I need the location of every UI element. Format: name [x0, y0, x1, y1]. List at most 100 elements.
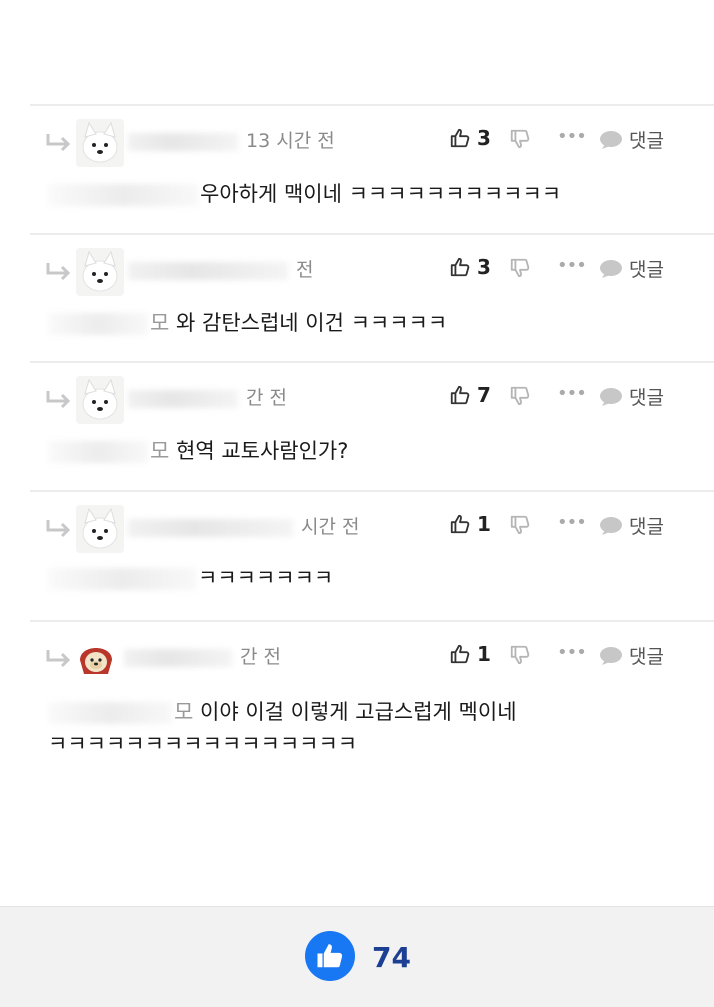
dislike-button[interactable] — [509, 385, 531, 411]
reply-button[interactable]: 댓글 — [599, 255, 664, 282]
speech-bubble-icon — [600, 387, 622, 406]
footer-like-bar: 74 — [0, 906, 714, 1007]
comment-meta: 전 — [128, 255, 313, 282]
speech-bubble-icon — [600, 646, 622, 665]
comment-text: 우아하게 맥이네 ㅋㅋㅋㅋㅋㅋㅋㅋㅋㅋㅋ — [48, 178, 561, 210]
red-hood-dog-avatar-icon — [76, 638, 116, 678]
like-count: 7 — [477, 383, 491, 407]
comment-text-line2: ㅋㅋㅋㅋㅋㅋㅋㅋㅋㅋㅋㅋㅋㅋㅋㅋ — [48, 732, 358, 756]
thumbs-up-icon — [450, 257, 470, 277]
reply-label: 댓글 — [629, 516, 664, 538]
comment-meta: 13 시간 전 — [128, 126, 335, 153]
comment-actions: 1 ••• 댓글 — [449, 642, 694, 672]
avatar[interactable] — [76, 248, 124, 296]
speech-bubble-icon — [600, 259, 622, 278]
reply-arrow-icon — [46, 134, 71, 152]
like-button[interactable]: 3 — [449, 255, 491, 279]
comment-item: 간 전 7 ••• 댓글 모 현역 교토사람인가? — [0, 363, 714, 491]
like-button[interactable]: 1 — [449, 642, 491, 666]
reply-arrow-icon — [46, 263, 71, 281]
white-dog-avatar-icon — [76, 119, 124, 167]
comment-meta: 간 전 — [124, 642, 281, 669]
avatar[interactable] — [76, 119, 124, 167]
white-dog-avatar-icon — [76, 376, 124, 424]
thumbs-up-icon — [450, 644, 470, 664]
blurred-username — [128, 389, 238, 408]
white-dog-avatar-icon — [76, 505, 124, 553]
blurred-mention — [48, 568, 196, 590]
comment-timestamp: 간 전 — [240, 646, 281, 668]
dislike-button[interactable] — [509, 257, 531, 283]
thumbs-up-icon — [450, 128, 470, 148]
blurred-mention — [48, 441, 148, 463]
dislike-button[interactable] — [509, 644, 531, 670]
total-like-count: 74 — [372, 941, 411, 974]
dislike-button[interactable] — [509, 514, 531, 540]
more-options-icon[interactable]: ••• — [557, 126, 587, 147]
reply-arrow-icon — [46, 520, 71, 538]
like-button[interactable]: 1 — [449, 512, 491, 536]
reply-button[interactable]: 댓글 — [599, 512, 664, 539]
thumbs-down-icon — [510, 645, 530, 665]
reply-label: 댓글 — [629, 387, 664, 409]
blurred-username — [128, 518, 293, 537]
comment-meta: 시간 전 — [128, 512, 359, 539]
blurred-mention — [48, 313, 148, 335]
avatar[interactable] — [76, 376, 124, 424]
speech-bubble-icon — [600, 516, 622, 535]
comment-actions: 7 ••• 댓글 — [449, 383, 694, 413]
like-count: 3 — [477, 255, 491, 279]
blurred-username — [124, 648, 232, 667]
mention-suffix: 모 — [174, 700, 194, 724]
reply-label: 댓글 — [629, 130, 664, 152]
comment-text: 모 현역 교토사람인가? — [48, 435, 348, 467]
like-count: 1 — [477, 512, 491, 536]
like-count: 3 — [477, 126, 491, 150]
comment-timestamp: 전 — [296, 259, 314, 281]
comment-timestamp: 간 전 — [246, 387, 287, 409]
comment-item: 13 시간 전 3 ••• 댓글 우아하게 맥이네 ㅋㅋㅋㅋㅋㅋㅋㅋㅋㅋㅋ — [0, 106, 714, 234]
reply-arrow-icon — [46, 391, 71, 409]
comment-item: 전 3 ••• 댓글 모 와 감탄스럽네 이건 ㅋㅋㅋㅋㅋ — [0, 235, 714, 363]
like-post-button[interactable] — [305, 931, 355, 981]
avatar[interactable] — [76, 638, 116, 678]
reply-arrow-icon — [46, 650, 71, 668]
comment-body: 현역 교토사람인가? — [176, 439, 349, 463]
blurred-username — [128, 132, 238, 151]
dislike-button[interactable] — [509, 128, 531, 154]
more-options-icon[interactable]: ••• — [557, 512, 587, 533]
mention-suffix: 모 — [150, 311, 170, 335]
comment-item: 간 전 1 ••• 댓글 모 이야 이걸 이렇게 고급스럽게 멕이네 ㅋㅋㅋㅋㅋ… — [0, 622, 714, 772]
more-options-icon[interactable]: ••• — [557, 383, 587, 404]
thumbs-down-icon — [510, 386, 530, 406]
comment-timestamp: 시간 전 — [301, 516, 360, 538]
thumbs-down-icon — [510, 258, 530, 278]
comment-text: 모 이야 이걸 이렇게 고급스럽게 멕이네 — [48, 696, 517, 728]
reply-label: 댓글 — [629, 646, 664, 668]
avatar[interactable] — [76, 505, 124, 553]
blurred-mention — [48, 184, 198, 206]
comment-actions: 3 ••• 댓글 — [449, 126, 694, 156]
reply-button[interactable]: 댓글 — [599, 383, 664, 410]
comment-body: 와 감탄스럽네 이건 ㅋㅋㅋㅋㅋ — [176, 311, 448, 335]
like-count: 1 — [477, 642, 491, 666]
more-options-icon[interactable]: ••• — [557, 642, 587, 663]
thumbs-up-icon — [317, 944, 343, 968]
reply-label: 댓글 — [629, 259, 664, 281]
blurred-mention — [48, 702, 172, 724]
more-options-icon[interactable]: ••• — [557, 255, 587, 276]
thumbs-up-icon — [450, 385, 470, 405]
comment-text: ㅋㅋㅋㅋㅋㅋㅋ — [48, 562, 333, 594]
comment-actions: 3 ••• 댓글 — [449, 255, 694, 285]
reply-button[interactable]: 댓글 — [599, 126, 664, 153]
comment-item: 시간 전 1 ••• 댓글 ㅋㅋㅋㅋㅋㅋㅋ — [0, 492, 714, 620]
like-button[interactable]: 3 — [449, 126, 491, 150]
mention-suffix: 모 — [150, 439, 170, 463]
speech-bubble-icon — [600, 130, 622, 149]
comment-meta: 간 전 — [128, 383, 287, 410]
reply-button[interactable]: 댓글 — [599, 642, 664, 669]
white-dog-avatar-icon — [76, 248, 124, 296]
blurred-username — [128, 261, 288, 280]
comment-timestamp: 13 시간 전 — [246, 130, 335, 152]
like-button[interactable]: 7 — [449, 383, 491, 407]
